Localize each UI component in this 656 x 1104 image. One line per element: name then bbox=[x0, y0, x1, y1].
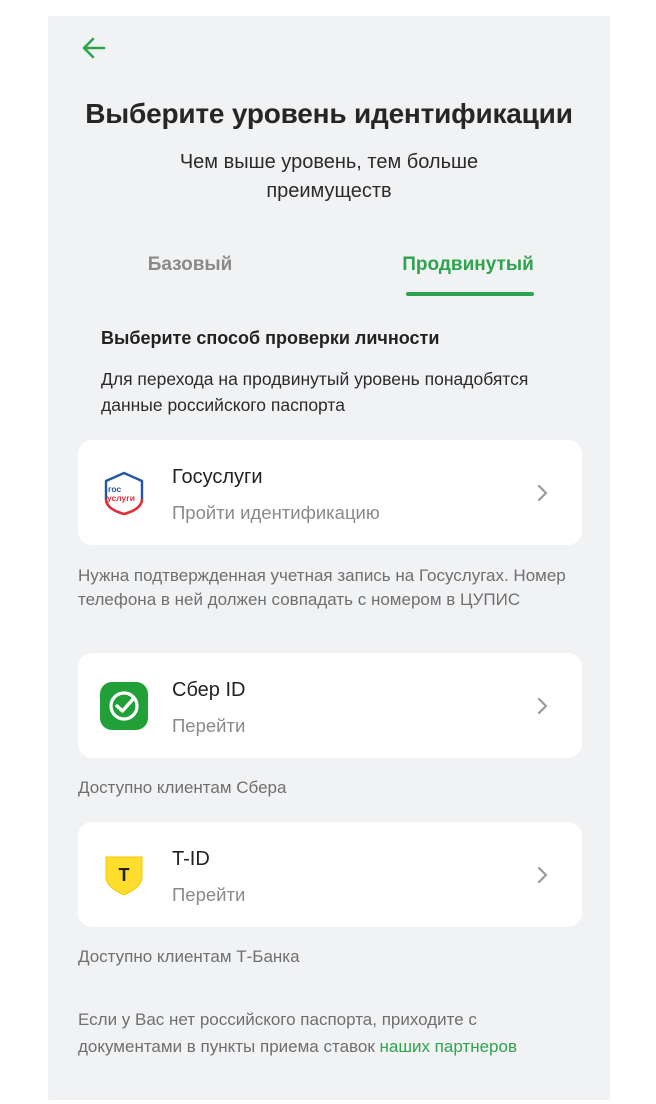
page-subtitle: Чем выше уровень, тем больше преимуществ bbox=[179, 151, 479, 202]
option-subtitle: Пройти идентификацию bbox=[172, 502, 380, 523]
chevron-right-icon bbox=[537, 697, 548, 715]
tbank-logo-icon: Т bbox=[105, 856, 143, 896]
sber-logo-icon bbox=[100, 682, 148, 730]
active-tab-indicator bbox=[406, 292, 534, 296]
arrow-left-icon bbox=[82, 37, 106, 59]
section-description: Для перехода на продвинутый уровень пона… bbox=[101, 369, 529, 415]
option-subtitle: Перейти bbox=[172, 715, 246, 736]
partners-link[interactable]: наших партнеров bbox=[379, 1037, 517, 1056]
gosuslugi-option[interactable]: гос услуги Госуслуги Пройти идентификаци… bbox=[78, 440, 582, 545]
tab-basic[interactable]: Базовый bbox=[110, 250, 270, 304]
t-id-option[interactable]: Т T-ID Перейти bbox=[78, 822, 582, 927]
tbank-logo-text: Т bbox=[119, 865, 130, 885]
gosuslugi-note: Нужна подтвержденная учетная запись на Г… bbox=[78, 566, 566, 609]
tbank-note: Доступно клиентам Т-Банка bbox=[78, 947, 300, 966]
page-title: Выберите уровень идентификации bbox=[85, 98, 573, 129]
screen: Выберите уровень идентификации Чем выше … bbox=[48, 16, 610, 1100]
section-title: Выберите способ проверки личности bbox=[101, 328, 440, 348]
sber-id-option[interactable]: Сбер ID Перейти bbox=[78, 653, 582, 758]
back-button[interactable] bbox=[78, 32, 110, 64]
option-title: T-ID bbox=[172, 848, 210, 870]
chevron-right-icon bbox=[537, 866, 548, 884]
gosuslugi-logo-text-bottom: услуги bbox=[107, 493, 135, 503]
footer-note: Если у Вас нет российского паспорта, при… bbox=[78, 1006, 528, 1060]
option-subtitle: Перейти bbox=[172, 884, 246, 905]
option-title: Сбер ID bbox=[172, 679, 246, 701]
option-title: Госуслуги bbox=[172, 466, 263, 488]
sber-note: Доступно клиентам Сбера bbox=[78, 778, 287, 797]
gosuslugi-logo-icon: гос услуги bbox=[104, 471, 144, 516]
chevron-right-icon bbox=[537, 484, 548, 502]
